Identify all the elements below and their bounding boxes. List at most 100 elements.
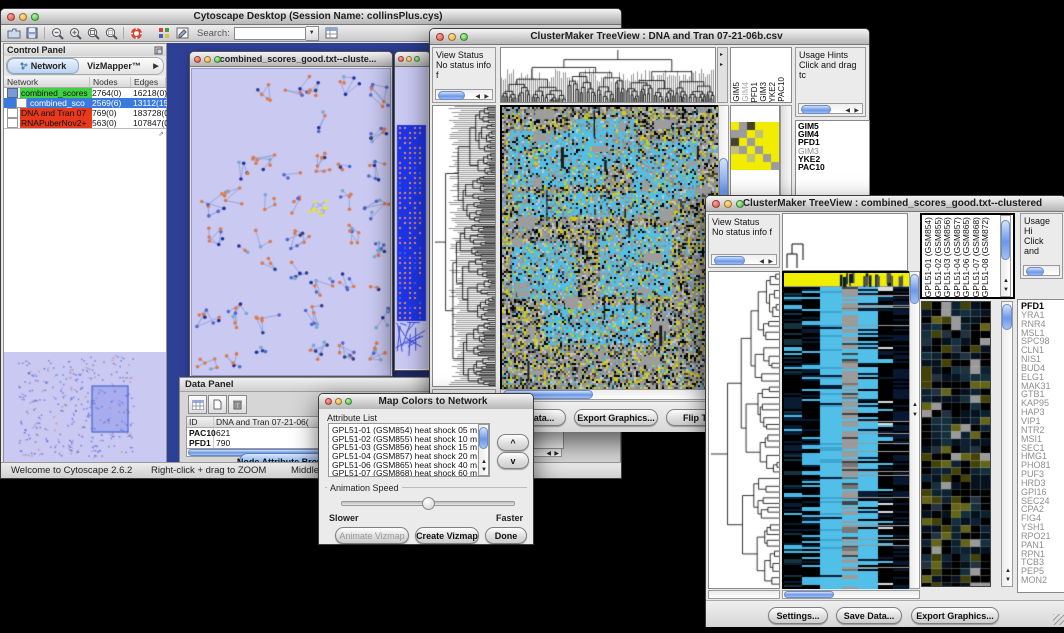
usage-hints-scrollbar[interactable]	[798, 103, 863, 114]
tv2-heatmap-hscrollbar[interactable]	[782, 590, 920, 599]
zoom-window-icon[interactable]	[414, 56, 420, 62]
search-input[interactable]	[234, 27, 306, 40]
attribute-list[interactable]: GPL51-01 (GSM854) heat shock 05 minGPL51…	[328, 423, 490, 477]
zoom-window-icon[interactable]	[460, 33, 468, 41]
attribute-list-item[interactable]: GPL51-07 (GSM868) heat shock 60 min	[332, 468, 477, 477]
tv1-row-dendrogram[interactable]	[432, 105, 496, 387]
zoom-window-icon[interactable]	[31, 13, 39, 21]
close-icon[interactable]	[325, 398, 332, 405]
main-titlebar[interactable]: Cytoscape Desktop (Session Name: collins…	[1, 9, 621, 25]
tv2-usage-hints-panel: Usage Hi Click and	[1020, 213, 1063, 279]
animate-vizmap-button[interactable]: Animate Vizmap	[335, 527, 409, 544]
map-colors-dialog: Map Colors to Network Attribute List GPL…	[318, 393, 534, 545]
network-table-row[interactable]: combined_scores 2764(0) 16218(0)	[4, 88, 166, 98]
birds-eye-overview[interactable]	[4, 352, 166, 462]
network-tree-area[interactable]: ⇗	[4, 128, 166, 352]
minimize-icon[interactable]	[204, 56, 211, 63]
attribute-table-icon[interactable]	[188, 395, 207, 414]
tv2-column-labels-vscrollbar[interactable]: ▲▼	[1000, 215, 1011, 297]
resize-grip[interactable]	[1053, 614, 1064, 625]
save-icon[interactable]	[23, 26, 41, 41]
settings-button[interactable]: Settings...	[768, 607, 828, 624]
tv1-heatmap-hscrollbar[interactable]: ◀▶	[500, 389, 729, 400]
usage-hints-scrollbar[interactable]	[1023, 265, 1060, 276]
attribute-list-vscrollbar[interactable]: ▲▼	[478, 424, 489, 476]
network-canvas-2[interactable]	[395, 67, 428, 369]
annotation-icon[interactable]	[173, 26, 191, 41]
tv2-gene-list[interactable]: PFD1YRA1RNR4MSL1SPC98CLN1NIS1BUD4ELG1MAK…	[1017, 299, 1064, 593]
save-data-button[interactable]: Save Data...	[836, 607, 902, 624]
help-icon[interactable]	[127, 26, 145, 41]
tv2-heatmap[interactable]	[782, 271, 909, 589]
close-icon[interactable]	[398, 56, 404, 62]
network-canvas[interactable]	[191, 68, 391, 376]
attribute-list-item[interactable]: GPL51-01 (GSM854) heat shock 05 min	[332, 425, 477, 434]
search-label: Search:	[197, 28, 230, 39]
tv2-zoom-vscrollbar[interactable]: ▲▼	[1001, 301, 1013, 587]
gene-label: PAC10	[798, 163, 869, 171]
export-graphics-button[interactable]: Export Graphics...	[911, 607, 999, 624]
move-down-button[interactable]: v	[497, 452, 529, 469]
import-table-icon[interactable]	[323, 26, 341, 41]
network-table-row[interactable]: combined_sco 2569(6) 13112(15)	[4, 98, 166, 108]
tv2-row-dendrogram[interactable]	[708, 271, 780, 589]
tv1-column-dendrogram[interactable]	[500, 47, 716, 103]
tv1-titlebar[interactable]: ClusterMaker TreeView : DNA and Tran 07-…	[430, 29, 869, 45]
tab-vizmapper[interactable]: VizMapper™	[79, 59, 149, 73]
attribute-list-item[interactable]: GPL51-03 (GSM856) heat shock 15 min	[332, 442, 477, 451]
attribute-list-item[interactable]: GPL51-04 (GSM857) heat shock 20 min	[332, 451, 477, 460]
zoom-window-icon[interactable]	[736, 200, 744, 208]
minimize-icon[interactable]	[335, 398, 342, 405]
tab-network[interactable]: Network	[7, 58, 79, 74]
close-icon[interactable]	[712, 200, 720, 208]
export-graphics-button[interactable]: Export Graphics...	[574, 409, 658, 426]
float-panel-icon[interactable]	[154, 46, 163, 55]
tv2-dendro-hscrollbar[interactable]	[708, 590, 780, 599]
delete-attribute-icon[interactable]	[228, 395, 247, 414]
view-status-scrollbar[interactable]	[435, 89, 493, 100]
create-vizmap-button[interactable]: Create Vizmap	[415, 527, 479, 544]
zoom-in-icon[interactable]	[66, 26, 84, 41]
close-icon[interactable]	[194, 56, 201, 63]
new-attribute-icon[interactable]	[208, 395, 227, 414]
zoom-fit-icon[interactable]	[84, 26, 102, 41]
network-view-titlebar[interactable]: combined_scores_good.txt--cluste...	[190, 52, 392, 67]
zoom-selected-icon[interactable]	[102, 26, 120, 41]
zoom-window-icon[interactable]	[345, 398, 352, 405]
zoom-window-icon[interactable]	[214, 56, 221, 63]
attribute-list-item[interactable]: GPL51-02 (GSM855) heat shock 10 min	[332, 434, 477, 443]
network-table-row[interactable]: RNAPuberNov2+ 563(0) 107847(0)	[4, 118, 166, 128]
network-tab-icon	[20, 62, 28, 70]
minimize-icon[interactable]	[19, 13, 27, 21]
minimize-icon[interactable]	[448, 33, 456, 41]
attribute-list-item[interactable]: GPL51-06 (GSM865) heat shock 40 min	[332, 460, 477, 469]
close-icon[interactable]	[7, 13, 15, 21]
tv2-zoom-heatmap[interactable]	[921, 301, 991, 587]
network-file-icon	[7, 108, 18, 118]
desktop: Cytoscape Desktop (Session Name: collins…	[0, 0, 1064, 633]
done-button[interactable]: Done	[485, 527, 527, 544]
network-view-2-titlebar[interactable]	[395, 52, 430, 67]
network-name: combined_scores	[20, 88, 92, 98]
zoom-out-icon[interactable]	[48, 26, 66, 41]
tv1-heatmap[interactable]	[500, 105, 718, 389]
tv2-title: ClusterMaker TreeView : combined_scores_…	[724, 198, 1061, 209]
open-folder-icon[interactable]	[5, 26, 23, 41]
tv2-column-dendrogram[interactable]	[782, 213, 908, 271]
view-status-scrollbar[interactable]	[711, 254, 777, 265]
close-icon[interactable]	[436, 33, 444, 41]
dialog-titlebar[interactable]: Map Colors to Network	[319, 394, 533, 410]
tv1-summary-heatmap[interactable]	[731, 122, 779, 170]
minimize-icon[interactable]	[724, 200, 732, 208]
network-table-row[interactable]: DNA and Tran 07 769(0) 183728(0)	[4, 108, 166, 118]
usage-hints-text: Click and	[1024, 236, 1059, 256]
resize-handle-icon[interactable]: ⇗	[158, 130, 164, 138]
tv2-titlebar[interactable]: ClusterMaker TreeView : combined_scores_…	[706, 196, 1064, 212]
more-tabs-button[interactable]: ▶	[149, 62, 163, 70]
minimize-icon[interactable]	[406, 56, 412, 62]
search-dropdown-button[interactable]: ▼	[306, 26, 319, 41]
move-up-button[interactable]: ^	[497, 434, 529, 451]
vizmapper-icon[interactable]	[155, 26, 173, 41]
slider-thumb[interactable]	[422, 497, 435, 510]
tv2-heatmap-vscrollbar[interactable]: ▲▼	[909, 271, 920, 589]
